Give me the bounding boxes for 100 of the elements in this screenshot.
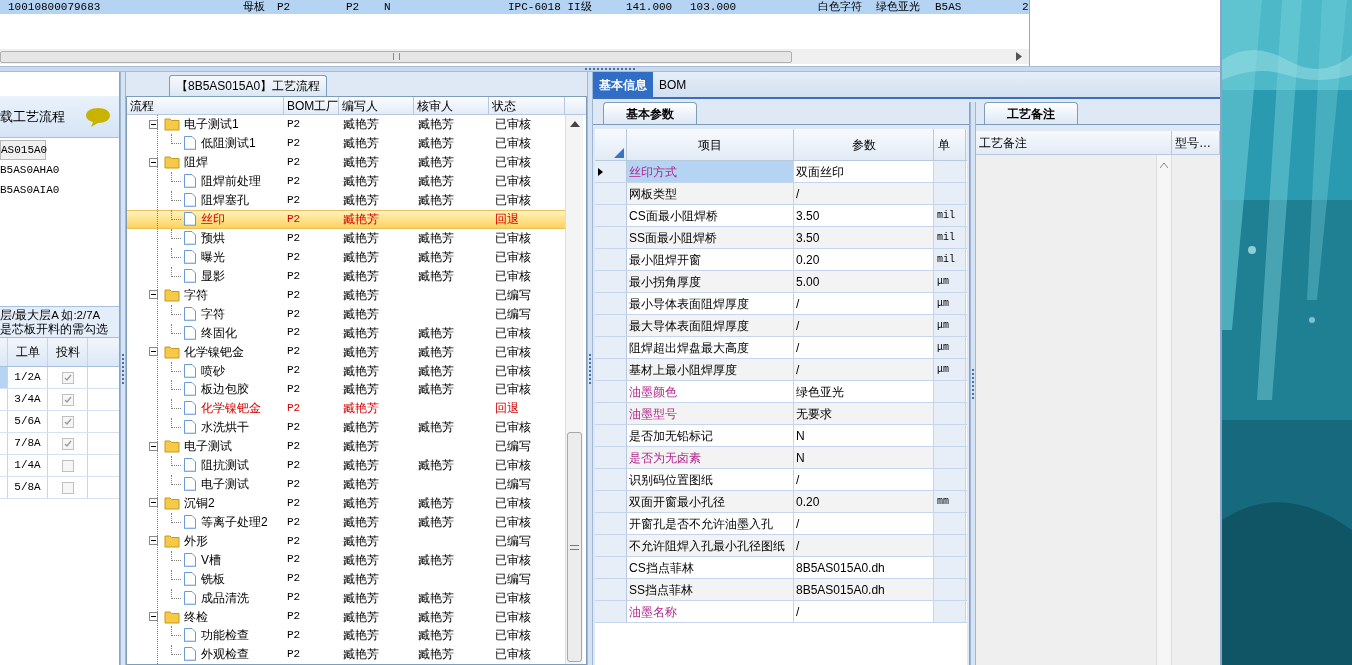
table-row[interactable]: 油墨型号 无要求 [595,403,967,425]
tree-row[interactable]: V槽 P2 臧艳芳 臧艳芳 已审核 [127,550,565,570]
tree-row[interactable]: 外观检查 P2 臧艳芳 臧艳芳 已审核 [127,644,565,664]
scrollbar-thumb[interactable] [567,432,582,662]
tree-row[interactable]: 丝印 P2 臧艳芳 回退 [127,209,565,229]
table-row[interactable]: 最小阻焊开窗 0.20 mil [595,249,967,271]
checkbox[interactable] [61,415,74,428]
scroll-right-icon[interactable] [1015,52,1023,61]
table-row[interactable]: 最小导体表面阻焊厚度 / μm [595,293,967,315]
table-row[interactable]: 双面开窗最小孔径 0.20 mm [595,491,967,513]
list-item[interactable]: B5AS0AIA0 [0,180,119,200]
tree-row[interactable]: 铣板 P2 臧艳芳 已编写 [127,569,565,589]
panel-tab[interactable]: 基本参数 [603,102,697,124]
column-header[interactable]: 单 [934,129,966,160]
tab[interactable]: 基本信息 [593,72,653,97]
column-header[interactable]: 投料 [48,338,88,366]
column-header[interactable]: 状态 [489,97,565,114]
collapse-icon[interactable] [149,119,158,129]
table-row[interactable]: 是否为无卤素 N [595,447,967,469]
row-header[interactable] [595,161,627,182]
checkbox[interactable] [61,371,74,384]
tree-row[interactable]: 电子测试 P2 臧艳芳 已编写 [127,474,565,494]
column-header[interactable]: 流程 [127,97,284,114]
tree-row[interactable]: 板边包胶 P2 臧艳芳 臧艳芳 已审核 [127,380,565,399]
collapse-icon[interactable] [149,290,158,300]
column-header[interactable]: 工单 [8,338,48,366]
table-row[interactable]: 最大导体表面阻焊厚度 / μm [595,315,967,337]
tree-row[interactable]: 喷砂 P2 臧艳芳 臧艳芳 已审核 [127,361,565,380]
row-selector[interactable] [0,367,8,388]
tree-row[interactable]: 功能检查 P2 臧艳芳 臧艳芳 已审核 [127,625,565,645]
column-header[interactable]: 工艺备注 [976,131,1172,154]
tree-row[interactable]: 字符 P2 臧艳芳 已编写 [127,304,565,324]
tree-row[interactable]: 阻焊塞孔 P2 臧艳芳 臧艳芳 已审核 [127,190,565,210]
checkbox[interactable] [61,481,74,494]
tree-row[interactable]: 等离子处理2 P2 臧艳芳 臧艳芳 已审核 [127,512,565,532]
table-row[interactable]: 开窗孔是否不允许油墨入孔 / [595,513,967,535]
column-header[interactable]: 参数 [794,129,934,160]
collapse-icon[interactable] [149,536,158,546]
unit-cell [934,403,966,424]
checkbox[interactable] [61,437,74,450]
horizontal-scrollbar[interactable] [0,49,1029,64]
table-row[interactable]: 网板类型 / [595,183,967,205]
step-name: 水洗烘干 [201,419,249,437]
panel-tab[interactable]: 【8B5AS015A0】工艺流程 [169,75,328,96]
speech-bubble-icon[interactable] [85,105,111,128]
table-row[interactable]: CS面最小阻焊桥 3.50 mil [595,205,967,227]
table-row[interactable]: SS挡点菲林 8B5AS015A0.dh [595,579,967,601]
collapse-icon[interactable] [149,347,158,357]
column-header[interactable]: 型号… [1172,131,1220,154]
tree-row[interactable]: 阻焊 P2 臧艳芳 臧艳芳 已审核 [127,152,565,172]
grid-row[interactable]: 10010800079683 母板 P2 P2 N IPC-6018 II级 141.000 103.000 白色字符 绿色亚光 B5AS 2 [0,0,1029,14]
document-icon [183,513,197,530]
vertical-scrollbar[interactable] [1156,155,1172,665]
list-item[interactable]: AS015A0 [0,140,46,160]
tree-row[interactable]: 曝光 P2 臧艳芳 臧艳芳 已审核 [127,247,565,267]
tree-row[interactable]: 显影 P2 臧艳芳 臧艳芳 已审核 [127,266,565,286]
tree-row[interactable]: 电子测试1 P2 臧艳芳 臧艳芳 已审核 [127,115,565,134]
table-row[interactable]: 最小拐角厚度 5.00 μm [595,271,967,293]
table-row[interactable]: 油墨名称 / [595,601,967,623]
list-item[interactable]: B5AS0AHA0 [0,160,119,180]
scroll-up-icon[interactable] [569,121,580,127]
tree-row[interactable]: 外形 P2 臧艳芳 已编写 [127,531,565,551]
collapse-icon[interactable] [149,498,158,508]
column-header[interactable]: 核审人 [414,97,489,114]
tab[interactable]: BOM [653,72,693,97]
table-row[interactable]: 基材上最小阻焊厚度 / μm [595,359,967,381]
collapse-icon[interactable] [149,612,158,621]
bom-factory-cell-text: P2 [286,628,302,644]
table-row[interactable]: SS面最小阻焊桥 3.50 mil [595,227,967,249]
panel-tab[interactable]: 工艺备注 [984,102,1078,124]
checkbox[interactable] [61,393,74,406]
tree-row[interactable]: 水洗烘干 P2 臧艳芳 臧艳芳 已审核 [127,417,565,437]
tree-row[interactable]: 预烘 P2 臧艳芳 臧艳芳 已审核 [127,228,565,248]
checkbox[interactable] [61,459,74,472]
tree-row[interactable]: 化学镍钯金 P2 臧艳芳 回退 [127,398,565,418]
table-row[interactable]: 识别码位置图纸 / [595,469,967,491]
collapse-icon[interactable] [149,157,158,167]
table-row[interactable]: 是否加无铅标记 N [595,425,967,447]
column-header[interactable]: 项目 [627,129,794,160]
tree-row[interactable]: 电子测试 P2 臧艳芳 已编写 [127,436,565,456]
table-row[interactable]: 不允许阻焊入孔最小孔径图纸 / [595,535,967,557]
vertical-scrollbar[interactable] [565,115,583,664]
tree-row[interactable]: 终固化 P2 臧艳芳 臧艳芳 已审核 [127,323,565,343]
table-row[interactable]: 阻焊超出焊盘最大高度 / μm [595,337,967,359]
tree-row[interactable]: 化学镍钯金 P2 臧艳芳 臧艳芳 已审核 [127,342,565,362]
table-row[interactable]: 丝印方式 双面丝印 [595,161,967,183]
tree-row[interactable]: 沉铜2 P2 臧艳芳 臧艳芳 已审核 [127,493,565,513]
unit-cell: mm [934,491,966,512]
tree-row[interactable]: 成品清洗 P2 臧艳芳 臧艳芳 已审核 [127,588,565,608]
tree-row[interactable]: 阻抗测试 P2 臧艳芳 臧艳芳 已审核 [127,455,565,475]
scrollbar-thumb[interactable] [0,50,792,63]
tree-row[interactable]: 字符 P2 臧艳芳 已编写 [127,285,565,305]
table-row[interactable]: 油墨颜色 绿色亚光 [595,381,967,403]
collapse-icon[interactable] [149,441,158,451]
tree-row[interactable]: 终检 P2 臧艳芳 臧艳芳 已审核 [127,607,565,626]
tree-row[interactable]: 阻焊前处理 P2 臧艳芳 臧艳芳 已审核 [127,171,565,191]
column-header[interactable]: BOM工厂 [284,97,339,114]
tree-row[interactable]: 低阻测试1 P2 臧艳芳 臧艳芳 已审核 [127,133,565,153]
table-row[interactable]: CS挡点菲林 8B5AS015A0.dh [595,557,967,579]
column-header[interactable]: 编写人 [339,97,414,114]
